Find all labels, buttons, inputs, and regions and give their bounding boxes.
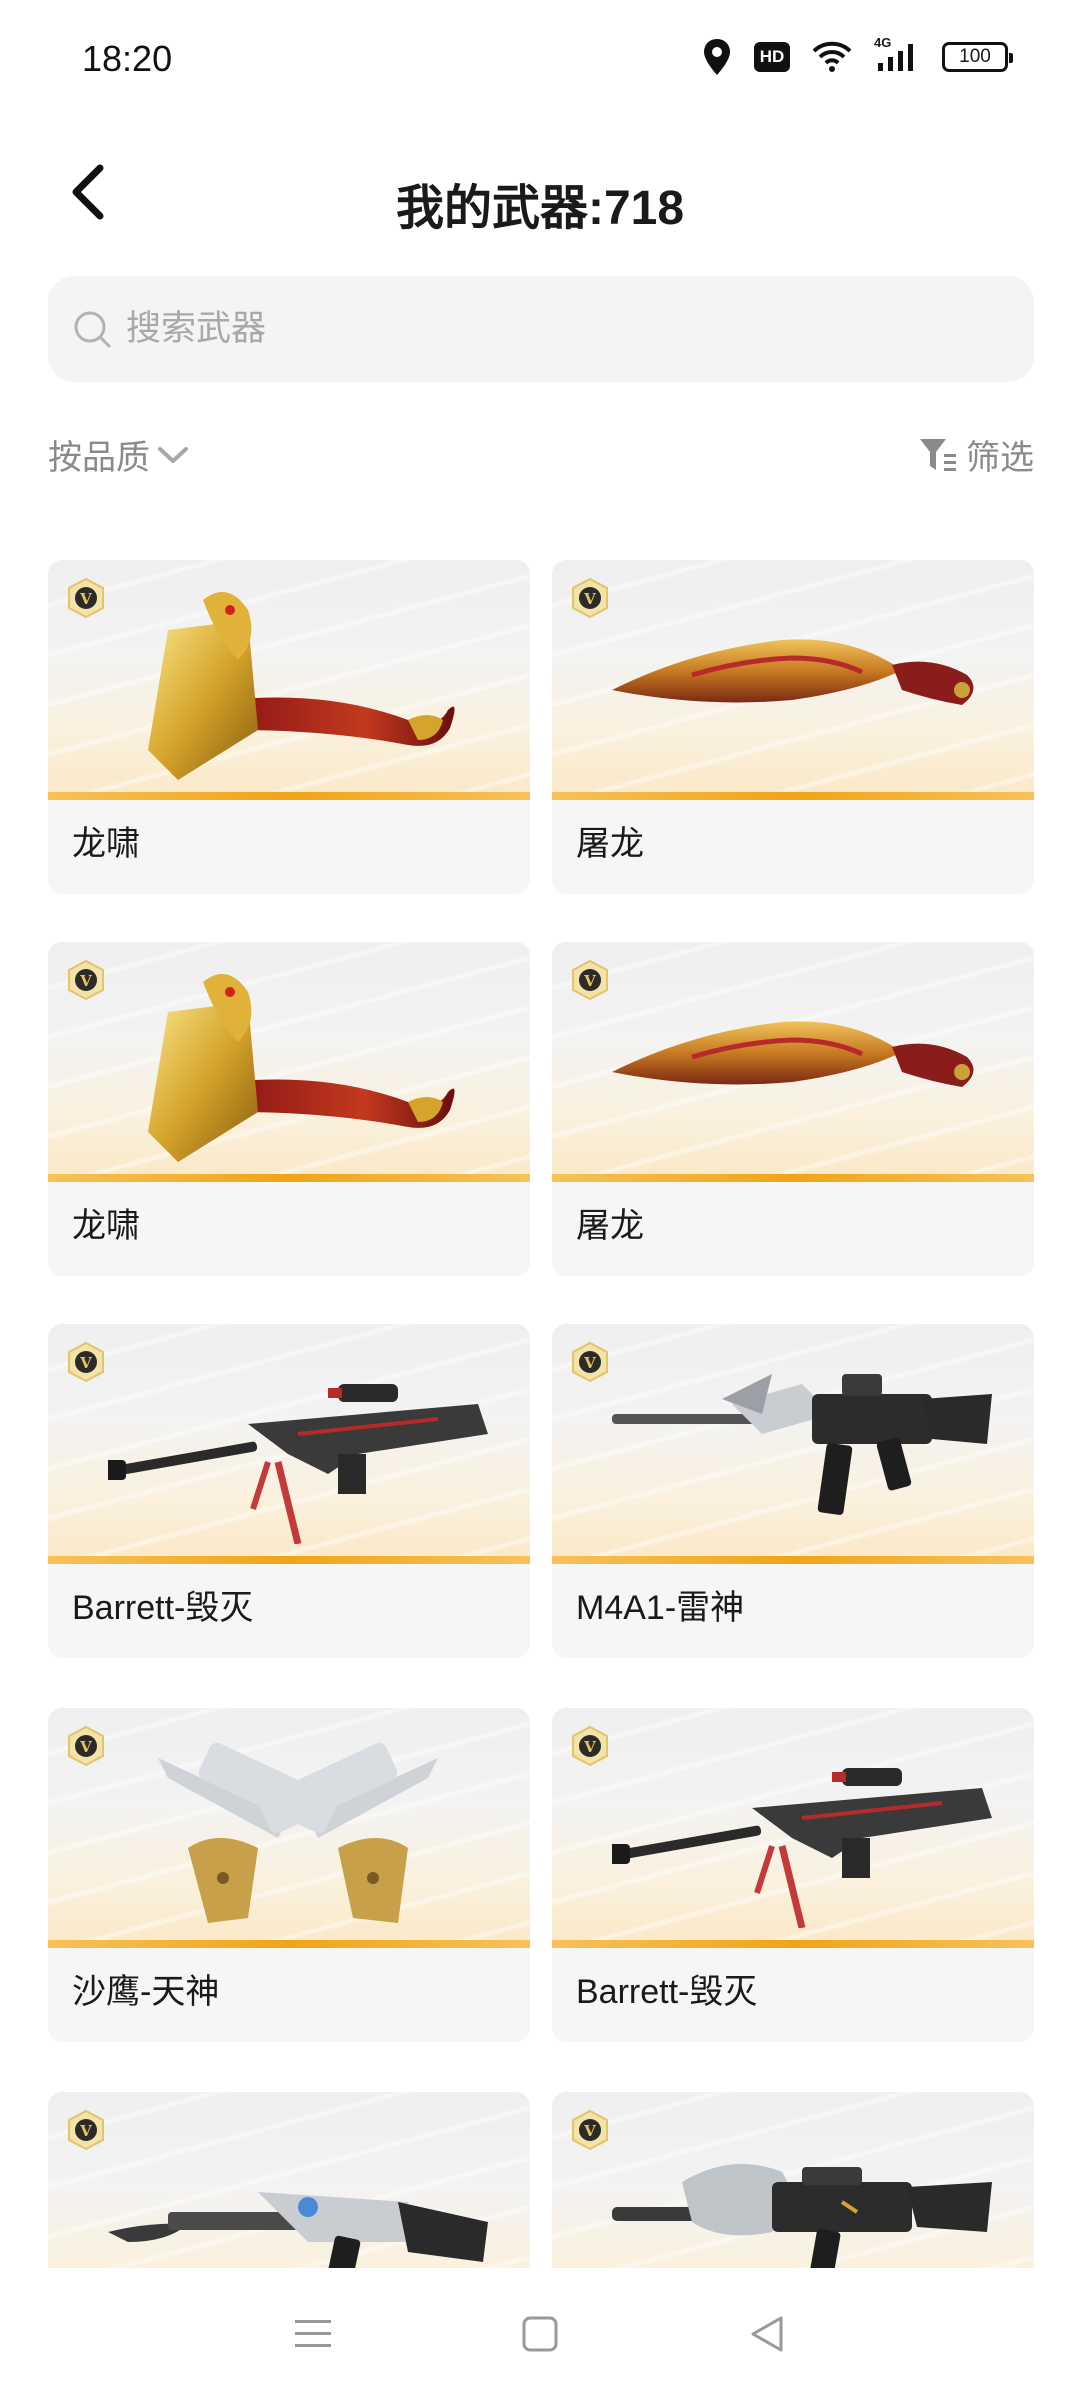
home-button[interactable] xyxy=(510,2304,570,2364)
svg-text:V: V xyxy=(583,972,596,990)
header: 我的武器:718 xyxy=(0,140,1080,250)
svg-text:V: V xyxy=(583,590,596,608)
weapon-card[interactable]: V 屠龙 xyxy=(552,560,1034,894)
vip-badge-icon: V xyxy=(66,578,106,618)
menu-button[interactable] xyxy=(283,2304,343,2364)
wifi-icon xyxy=(812,41,852,73)
rarity-bar xyxy=(48,1556,530,1564)
filter-label: 筛选 xyxy=(966,439,1034,477)
vip-badge-icon: V xyxy=(66,2110,106,2150)
location-icon xyxy=(702,38,732,76)
search-icon xyxy=(70,307,114,351)
rarity-bar xyxy=(552,1940,1034,1948)
hd-icon: HD xyxy=(754,42,790,72)
svg-text:V: V xyxy=(583,1354,596,1372)
rarity-bar xyxy=(552,1174,1034,1182)
system-nav-bar xyxy=(0,2268,1080,2400)
vip-badge-icon: V xyxy=(66,960,106,1000)
status-bar: 18:20 HD 4G 100 xyxy=(0,0,1080,124)
cellular-signal-icon: 4G xyxy=(874,35,920,73)
svg-text:V: V xyxy=(79,1354,92,1372)
rarity-bar xyxy=(552,792,1034,800)
weapon-card[interactable]: V 龙啸 xyxy=(48,560,530,894)
weapon-name: 龙啸 xyxy=(72,1207,140,1245)
status-time: 18:20 xyxy=(82,38,173,79)
dragon-axe-image xyxy=(148,974,455,1162)
rarity-bar xyxy=(48,1940,530,1948)
weapon-card[interactable]: V 沙鹰-天神 xyxy=(48,1708,530,2042)
weapon-name: Barrett-毁灭 xyxy=(576,1973,758,2011)
rarity-bar xyxy=(552,1556,1034,1564)
svg-text:V: V xyxy=(79,1738,92,1756)
weapon-card[interactable]: V M4A1-雷神 xyxy=(552,1324,1034,1658)
battery-icon: 100 xyxy=(942,42,1013,72)
vip-badge-icon: V xyxy=(66,1342,106,1382)
home-square-icon xyxy=(522,2316,558,2352)
chevron-down-icon xyxy=(158,446,188,463)
weapon-name: Barrett-毁灭 xyxy=(72,1589,254,1627)
weapon-card[interactable]: V 龙啸 xyxy=(48,942,530,1276)
page-title: 我的武器:718 xyxy=(395,182,685,235)
sort-by-quality-button[interactable]: 按品质 xyxy=(48,430,190,479)
menu-icon xyxy=(295,2320,332,2347)
dual-pistols-image xyxy=(158,1742,438,1923)
network-label: 4G xyxy=(874,35,892,50)
vip-badge-icon: V xyxy=(66,1726,106,1766)
dragon-axe-image xyxy=(148,592,455,780)
weapon-name: 沙鹰-天神 xyxy=(72,1973,220,2011)
weapon-name: 屠龙 xyxy=(576,825,644,863)
back-triangle-icon xyxy=(751,2316,783,2352)
assault-rifle-image xyxy=(612,1374,992,1515)
dragon-kukri-image xyxy=(612,639,974,705)
sort-label: 按品质 xyxy=(48,439,150,477)
search-input[interactable] xyxy=(126,309,986,349)
vip-badge-icon: V xyxy=(570,2110,610,2150)
vip-badge-icon: V xyxy=(570,1726,610,1766)
svg-text:V: V xyxy=(79,590,92,608)
svg-text:V: V xyxy=(583,1738,596,1756)
sniper-rifle-image xyxy=(612,1768,992,1928)
vip-badge-icon: V xyxy=(570,1342,610,1382)
back-nav-button[interactable] xyxy=(737,2304,797,2364)
weapon-name: 龙啸 xyxy=(72,825,140,863)
weapon-card[interactable]: V Barrett-毁灭 xyxy=(48,1324,530,1658)
weapon-card[interactable]: V Barrett-毁灭 xyxy=(552,1708,1034,2042)
vip-badge-icon: V xyxy=(570,960,610,1000)
svg-text:V: V xyxy=(79,2122,92,2140)
search-bar[interactable] xyxy=(48,276,1034,382)
sort-filter-row: 按品质 筛选 xyxy=(48,430,1034,490)
status-icons: HD 4G 100 xyxy=(702,35,1013,76)
weapon-name: M4A1-雷神 xyxy=(576,1589,745,1627)
svg-text:V: V xyxy=(79,972,92,990)
weapon-name: 屠龙 xyxy=(576,1207,644,1245)
svg-text:V: V xyxy=(583,2122,596,2140)
dragon-kukri-image xyxy=(612,1021,974,1087)
rarity-bar xyxy=(48,792,530,800)
weapons-page: 18:20 HD 4G 100 我的武器:718 搜索武器 按品质 筛选 V 龙… xyxy=(0,0,1080,2400)
filter-icon xyxy=(920,438,956,471)
filter-button[interactable]: 筛选 xyxy=(918,430,1034,479)
rarity-bar xyxy=(48,1174,530,1182)
vip-badge-icon: V xyxy=(570,578,610,618)
weapon-card[interactable]: V 屠龙 xyxy=(552,942,1034,1276)
sniper-rifle-image xyxy=(108,1384,488,1544)
